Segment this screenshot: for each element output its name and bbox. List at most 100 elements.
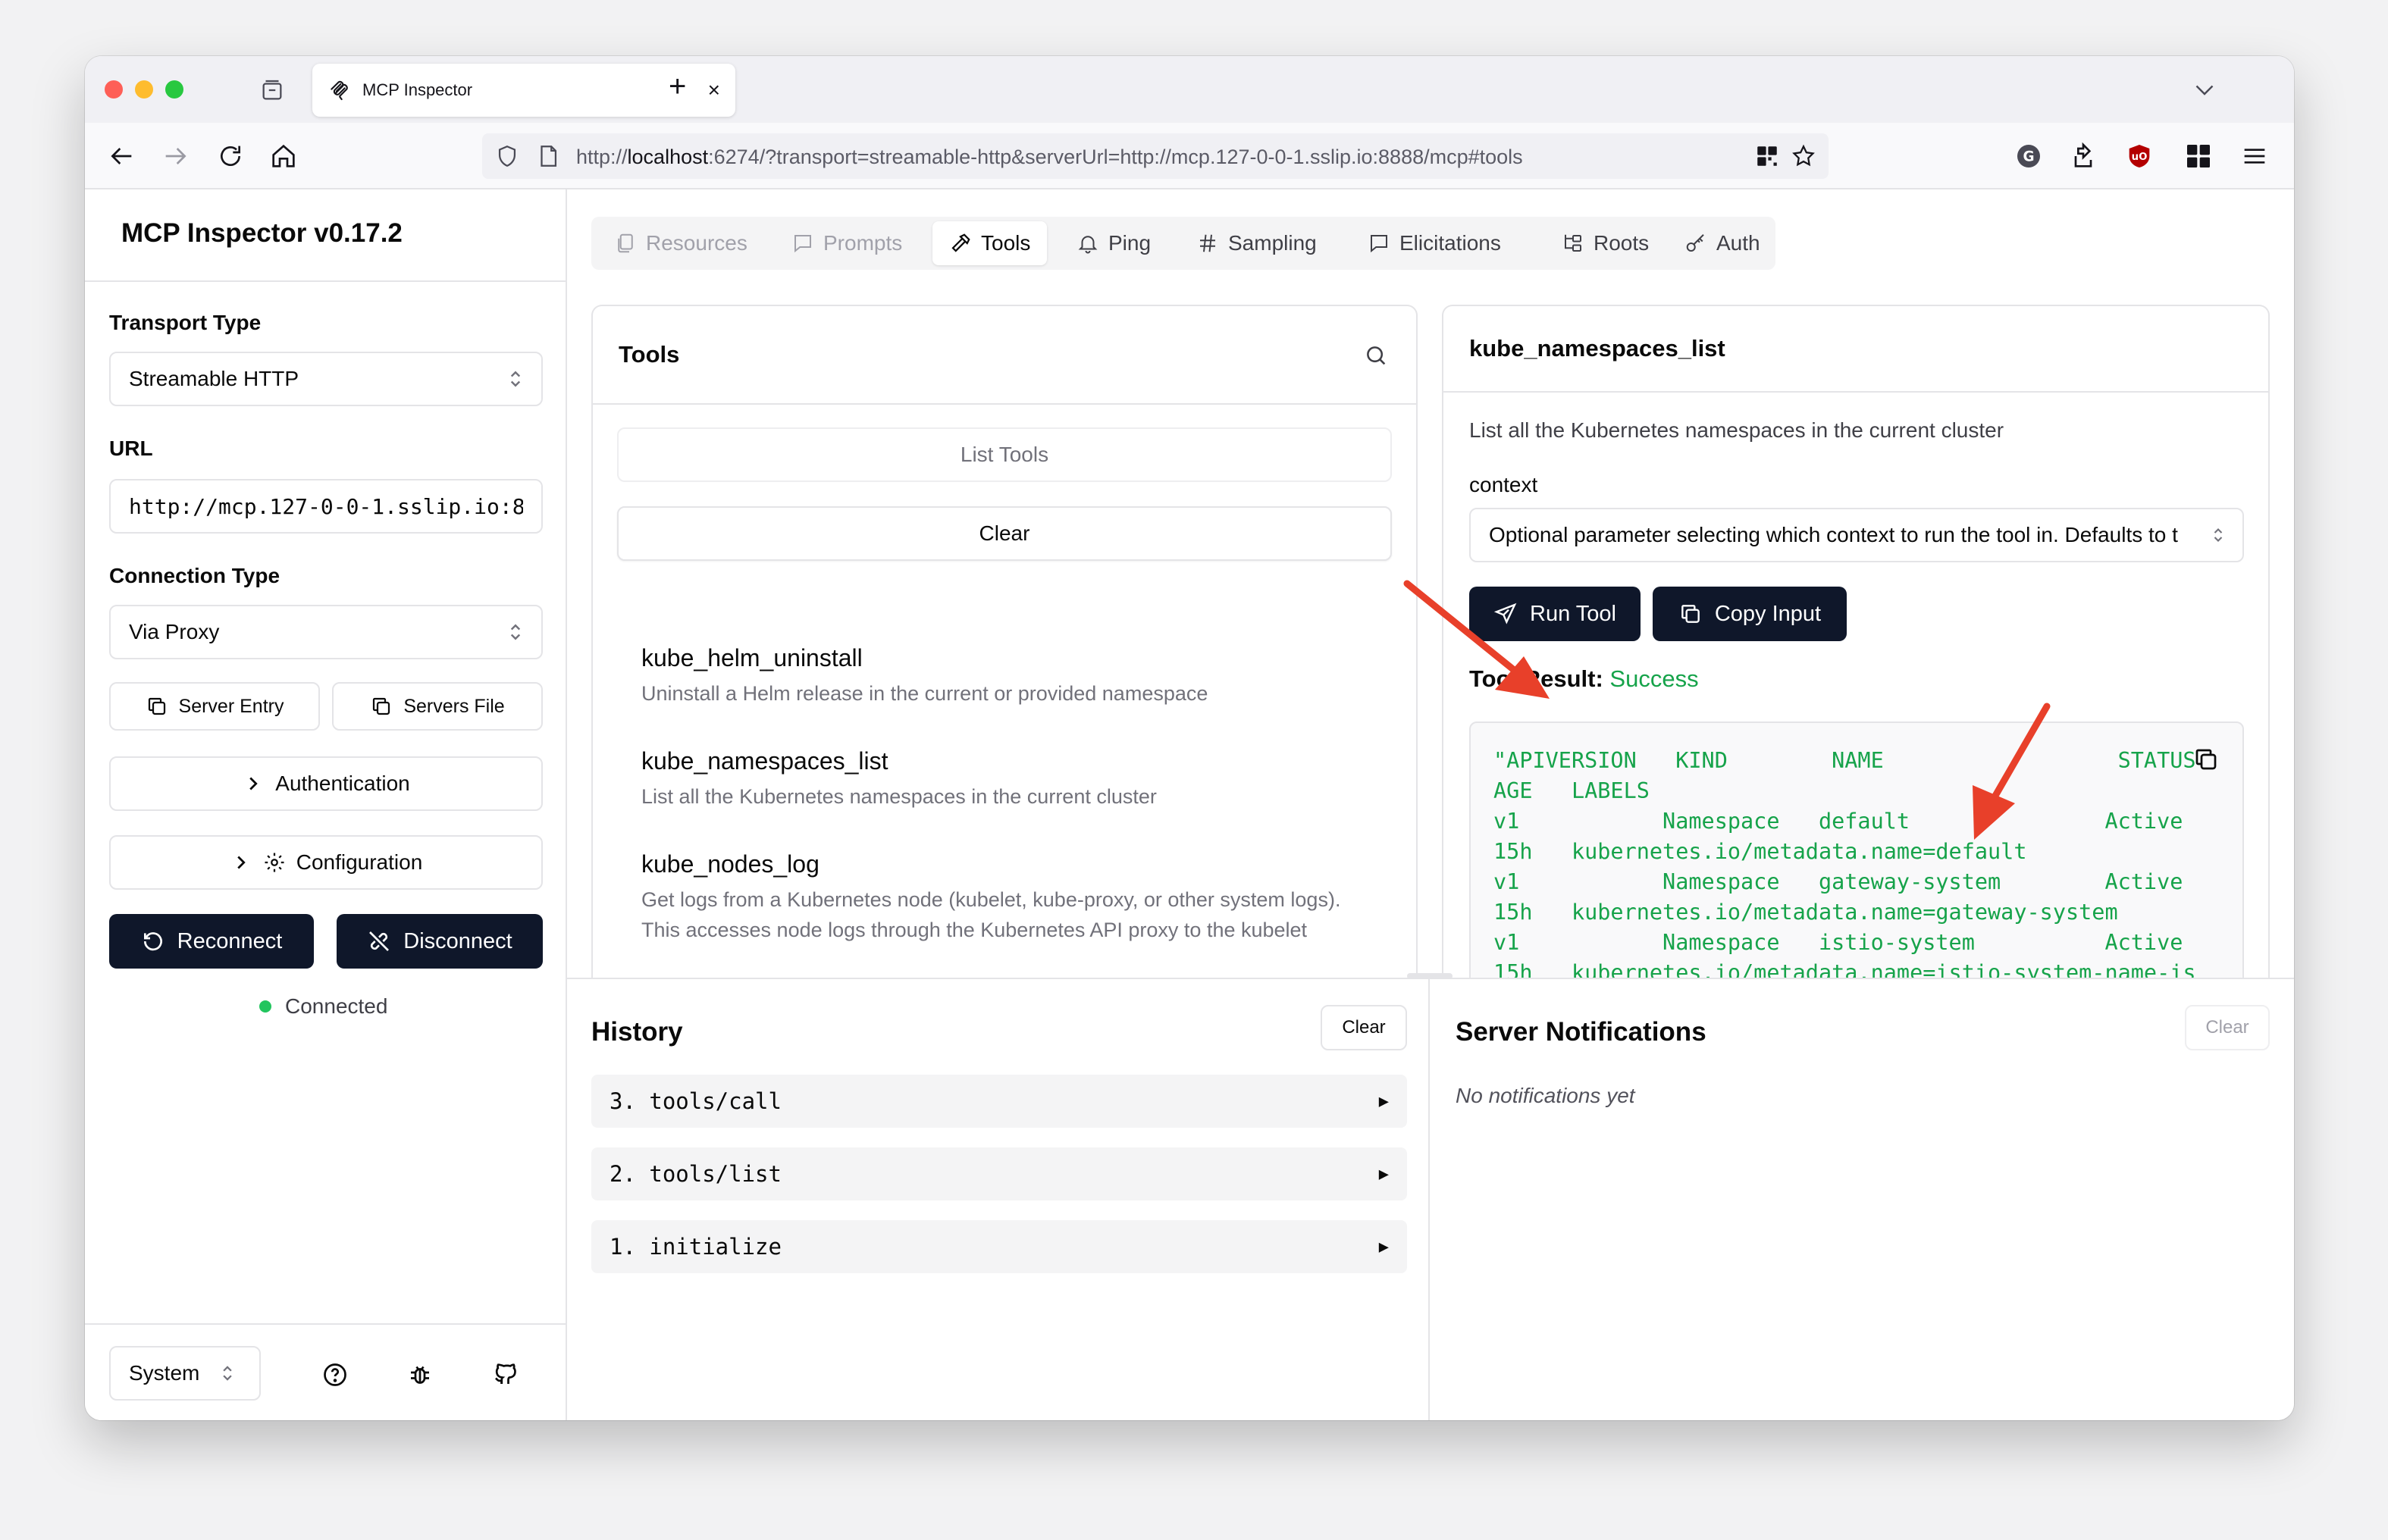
transport-type-select[interactable]: Streamable HTTP [109,352,543,406]
connection-type-select[interactable]: Via Proxy [109,605,543,659]
servers-file-label: Servers File [403,695,505,717]
server-entry-label: Server Entry [178,695,284,717]
main-tabs: Resources Prompts Tools Ping Sampling El… [591,217,1775,270]
url-input-value: http://mcp.127-0-0-1.sslip.io:8 [129,493,523,519]
tool-name: kube_helm_uninstall [641,644,863,671]
close-tab-icon[interactable]: × [708,78,720,102]
tab-auth-label: Auth [1716,231,1760,255]
servers-file-button[interactable]: Servers File [332,682,543,731]
tool-item[interactable]: kube_helm_uninstall Uninstall a Helm rel… [641,644,1369,709]
help-circle-icon[interactable] [321,1361,349,1388]
shield-icon[interactable] [494,143,520,169]
reconnect-button[interactable]: Reconnect [109,914,314,969]
copy-icon [148,697,165,715]
theme-select[interactable]: System [109,1346,261,1401]
ublock-extension-icon[interactable]: uO [2124,141,2155,171]
copy-icon [1681,605,1700,623]
tool-result-output[interactable]: "APIVERSION KIND NAME STATUS AGE LABELS … [1469,721,2244,978]
close-window-button[interactable] [105,80,123,99]
tool-result-text: "APIVERSION KIND NAME STATUS AGE LABELS … [1493,748,2196,978]
tab-roots[interactable]: Roots [1545,221,1666,265]
url-input[interactable]: http://mcp.127-0-0-1.sslip.io:8 [109,479,543,534]
authentication-label: Authentication [275,772,410,795]
divider [85,280,566,282]
authentication-toggle[interactable]: Authentication [109,756,543,811]
svg-text:G: G [2023,149,2034,165]
minimize-window-button[interactable] [135,80,153,99]
server-entry-button[interactable]: Server Entry [109,682,320,731]
tab-ping[interactable]: Ping [1060,221,1167,265]
history-item[interactable]: 3. tools/call ▶ [591,1075,1407,1128]
reload-icon[interactable] [215,141,246,171]
url-label: URL [109,437,153,460]
tool-detail-title: kube_namespaces_list [1469,335,1725,362]
tool-detail-header: kube_namespaces_list [1443,306,2268,393]
expand-triangle-icon[interactable]: ▶ [1379,1238,1389,1257]
history-item-label: 3. tools/call [610,1088,782,1114]
tab-tools[interactable]: Tools [932,221,1048,265]
context-param-input[interactable]: Optional parameter selecting which conte… [1469,508,2244,562]
tool-item[interactable]: kube_namespaces_list List all the Kubern… [641,747,1369,812]
connection-type-value: Via Proxy [129,620,220,643]
tool-result-status: Success [1609,665,1699,692]
back-icon[interactable] [106,141,136,171]
chevron-down-icon[interactable] [2191,76,2218,103]
resize-handle[interactable] [1407,973,1453,979]
server-notifications-title: Server Notifications [1456,1017,1706,1047]
select-updown-icon [223,1366,233,1381]
browser-tab-title: MCP Inspector [362,80,473,99]
configuration-label: Configuration [296,850,423,874]
extensions-icon[interactable] [2183,141,2214,171]
copy-icon [373,697,390,715]
connection-status-text: Connected [285,994,388,1018]
key-icon [1686,234,1704,252]
share-icon[interactable] [2068,141,2098,171]
configuration-toggle[interactable]: Configuration [109,835,543,890]
tab-sampling[interactable]: Sampling [1180,221,1333,265]
reconnect-label: Reconnect [177,928,283,953]
disconnect-button[interactable]: Disconnect [337,914,543,969]
history-item[interactable]: 1. initialize ▶ [591,1220,1407,1273]
github-icon[interactable] [491,1361,519,1388]
qr-code-icon[interactable] [1754,143,1780,169]
copy-input-button[interactable]: Copy Input [1653,587,1847,641]
tab-overview-icon[interactable] [259,77,285,103]
page-icon [541,146,557,167]
clear-history-button[interactable]: Clear [1321,1005,1407,1050]
menu-icon[interactable] [2239,141,2270,171]
new-tab-icon[interactable]: + [669,70,686,104]
annotation-arrow-icon [1973,703,2051,840]
select-updown-icon [510,371,521,387]
bookmark-star-icon[interactable] [1791,143,1816,169]
grammarly-extension-icon[interactable]: G [2014,141,2044,171]
tab-resources[interactable]: Resources [597,221,764,265]
list-tools-label: List Tools [960,443,1049,466]
tools-card-title: Tools [619,341,680,368]
sidebar: MCP Inspector v0.17.2 Transport Type Str… [85,189,567,1420]
bug-icon[interactable] [406,1361,434,1388]
expand-triangle-icon[interactable]: ▶ [1379,1165,1389,1184]
clear-tools-button[interactable]: Clear [617,506,1392,561]
transport-type-label: Transport Type [109,311,262,334]
tool-name: kube_namespaces_list [641,747,888,775]
select-updown-icon [510,624,521,640]
tab-elicitations[interactable]: Elicitations [1351,221,1518,265]
tool-item[interactable]: kube_nodes_log Get logs from a Kubernete… [641,850,1369,945]
zoom-window-button[interactable] [165,80,183,99]
tab-auth[interactable]: Auth [1668,221,1777,265]
url-text[interactable]: http://localhost:6274/?transport=streama… [576,146,1523,169]
copy-icon[interactable] [2192,746,2220,773]
search-icon[interactable] [1363,343,1389,368]
divider [85,1323,566,1325]
clear-notifications-button[interactable]: Clear [2185,1005,2270,1050]
tab-resources-label: Resources [646,231,747,255]
list-tools-button[interactable]: List Tools [617,427,1392,482]
expand-triangle-icon[interactable]: ▶ [1379,1092,1389,1111]
history-item[interactable]: 2. tools/list ▶ [591,1147,1407,1200]
tab-prompts[interactable]: Prompts [775,221,919,265]
address-bar[interactable]: http://localhost:6274/?transport=streama… [482,133,1829,179]
hash-icon [1200,234,1215,252]
forward-icon[interactable] [161,141,191,171]
tool-description: Get logs from a Kubernetes node (kubelet… [641,888,1341,941]
home-icon[interactable] [268,141,299,171]
